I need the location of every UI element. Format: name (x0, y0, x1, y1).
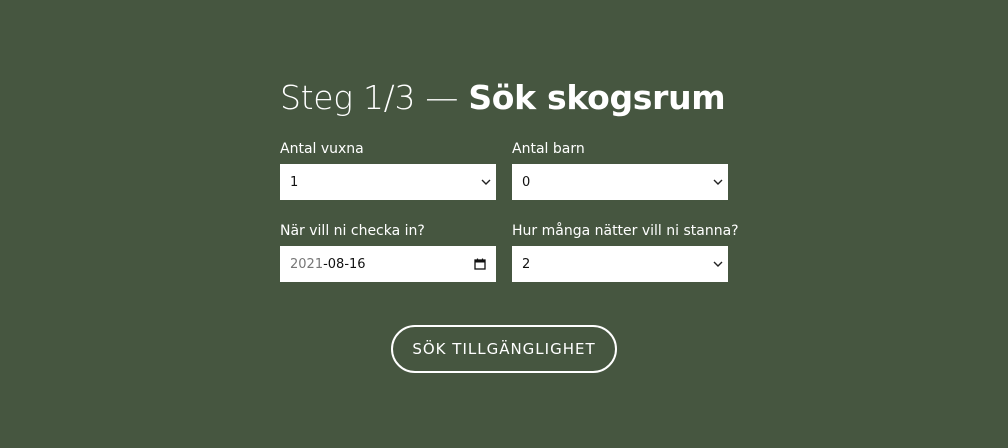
step-indicator: Steg 1/3 (280, 78, 416, 117)
page-heading: Sök skogsrum (468, 78, 726, 117)
checkin-year: 2021 (290, 256, 324, 272)
chevron-down-icon (708, 179, 728, 185)
checkin-month-day: -08-16 (323, 256, 366, 272)
adults-label: Antal vuxna (280, 141, 364, 157)
chevron-down-icon (476, 179, 496, 185)
title-separator: — (425, 78, 459, 117)
adults-field: Antal vuxna 1 (280, 140, 496, 200)
children-value: 0 (522, 174, 531, 190)
chevron-down-icon (708, 261, 728, 267)
checkin-label: När vill ni checka in? (280, 223, 425, 239)
nights-label: Hur många nätter vill ni stanna? (512, 223, 739, 239)
checkin-date-input[interactable]: 2021-08-16 (280, 246, 496, 282)
nights-select[interactable]: 2 (512, 246, 728, 282)
children-select[interactable]: 0 (512, 164, 728, 200)
checkin-field: När vill ni checka in? 2021-08-16 (280, 222, 496, 282)
nights-value: 2 (522, 256, 531, 272)
page-title: Steg 1/3 — Sök skogsrum (280, 76, 726, 120)
children-label: Antal barn (512, 141, 585, 157)
adults-select[interactable]: 1 (280, 164, 496, 200)
nights-field: Hur många nätter vill ni stanna? 2 (512, 222, 739, 282)
search-availability-button[interactable]: SÖK TILLGÄNGLIGHET (391, 325, 617, 373)
calendar-icon[interactable] (470, 258, 490, 270)
children-field: Antal barn 0 (512, 140, 728, 200)
checkin-value: 2021-08-16 (290, 257, 470, 272)
adults-value: 1 (290, 174, 299, 190)
